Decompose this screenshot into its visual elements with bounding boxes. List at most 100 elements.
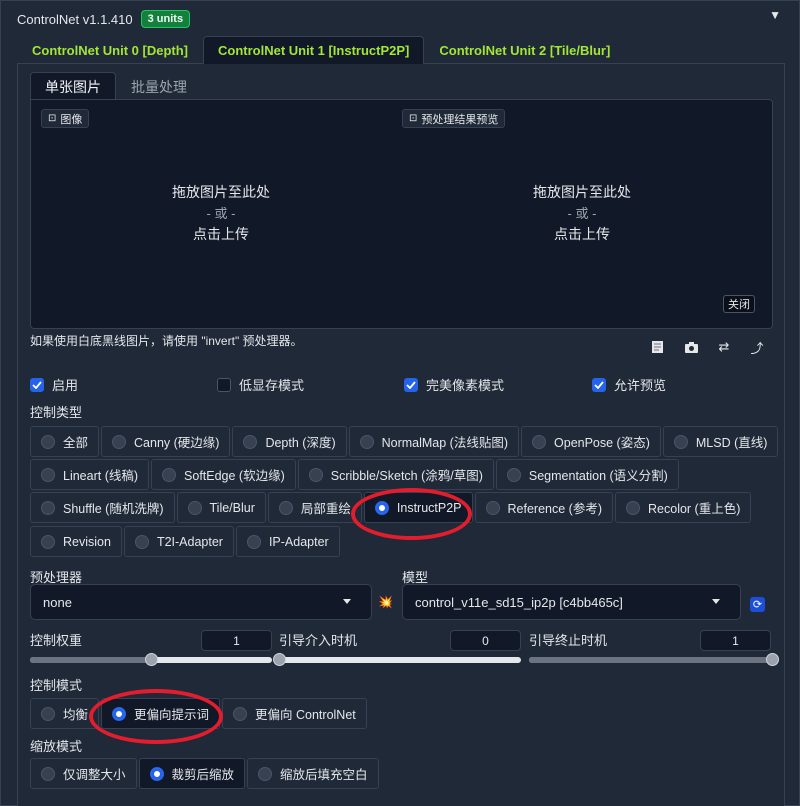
option-label: 局部重绘: [300, 502, 351, 516]
option-label: 裁剪后缩放: [171, 768, 235, 782]
drop-text: 拖放图片至此处: [172, 184, 270, 200]
control-type-option[interactable]: Canny (硬边缘): [101, 426, 231, 457]
control-mode-option[interactable]: 更偏向 ControlNet: [222, 698, 367, 729]
option-label: SoftEdge (软边缘): [184, 469, 285, 483]
control-type-option[interactable]: 全部: [30, 426, 100, 457]
control-mode-label: 控制模式: [30, 678, 83, 693]
send-icon[interactable]: ⤴: [749, 339, 765, 356]
resize-mode-option-selected[interactable]: 裁剪后缩放: [138, 758, 246, 789]
run-preprocessor-icon[interactable]: 💥: [378, 595, 393, 609]
control-type-option[interactable]: Shuffle (随机洗牌): [30, 492, 175, 523]
radio-icon: [246, 534, 261, 549]
units-badge: 3 units: [140, 10, 191, 28]
option-label: 缩放后填充空白: [280, 768, 368, 782]
control-type-option[interactable]: Recolor (重上色): [615, 492, 752, 523]
control-type-label: 控制类型: [30, 405, 83, 420]
control-type-option[interactable]: T2I-Adapter: [123, 526, 234, 557]
option-label: Recolor (重上色): [648, 502, 741, 516]
tab-batch[interactable]: 批量处理: [116, 72, 202, 100]
option-label: Canny (硬边缘): [134, 436, 220, 450]
image-tabs: 单张图片 批量处理: [30, 72, 202, 100]
click-upload-text: 点击上传: [193, 226, 249, 242]
camera-icon[interactable]: [683, 339, 699, 355]
tab-unit-0[interactable]: ControlNet Unit 0 [Depth]: [17, 36, 203, 64]
start-slider[interactable]: [273, 653, 521, 666]
collapse-icon[interactable]: ▼: [769, 8, 781, 22]
control-type-option[interactable]: OpenPose (姿态): [521, 426, 661, 457]
allow-preview-checkbox[interactable]: 允许预览: [592, 375, 666, 394]
control-type-option[interactable]: 局部重绘: [267, 492, 362, 523]
highlight-ellipse-instructp2p: [351, 488, 472, 540]
control-type-option[interactable]: Depth (深度): [232, 426, 347, 457]
option-label: 仅调整大小: [63, 768, 126, 782]
weight-slider[interactable]: [30, 653, 272, 666]
preprocessor-value: none: [43, 594, 72, 610]
radio-icon: [41, 706, 55, 721]
click-upload-text: 点击上传: [554, 226, 610, 242]
end-slider[interactable]: [529, 653, 779, 666]
option-label: Segmentation (语义分割): [528, 469, 668, 483]
image-icon: ⊡: [48, 113, 57, 124]
preview-chip: ⊡ 预处理结果预览: [402, 109, 506, 128]
highlight-ellipse-prompt-mode: [89, 689, 223, 744]
tab-single-image[interactable]: 单张图片: [30, 72, 116, 100]
control-type-option[interactable]: Lineart (线稿): [30, 459, 150, 490]
radio-icon: [485, 500, 500, 515]
controlnet-panel: ControlNet v1.1.410 3 units ▼ ControlNet…: [0, 0, 800, 806]
radio-icon: [308, 467, 323, 482]
control-type-option[interactable]: MLSD (直线): [662, 426, 779, 457]
image-dropzone[interactable]: 拖放图片至此处 - 或 - 点击上传: [131, 182, 311, 245]
refresh-icon[interactable]: ⟳: [750, 597, 765, 612]
slider-thumb[interactable]: [273, 653, 286, 666]
control-type-option[interactable]: Tile/Blur: [176, 492, 266, 523]
control-type-option[interactable]: Scribble/Sketch (涂鸦/草图): [297, 459, 494, 490]
close-button[interactable]: 关闭: [723, 295, 755, 313]
option-label: Revision: [63, 534, 111, 549]
control-type-option[interactable]: NormalMap (法线贴图): [348, 426, 520, 457]
enable-label: 启用: [52, 378, 79, 393]
radio-icon: [41, 467, 55, 482]
slider-fill: [529, 657, 772, 663]
pixel-perfect-checkbox[interactable]: 完美像素模式: [404, 375, 504, 394]
image-icon: ⊡: [409, 113, 418, 124]
edit-icon[interactable]: [650, 339, 666, 355]
weight-input[interactable]: 1: [201, 630, 272, 651]
low-vram-checkbox[interactable]: 低显存模式: [217, 375, 304, 394]
model-select[interactable]: control_v11e_sd15_ip2p [c4bb465c]: [402, 584, 741, 620]
start-input[interactable]: 0: [450, 630, 521, 651]
radio-icon: [506, 467, 521, 482]
option-label: Lineart (线稿): [63, 469, 139, 483]
resize-mode-label: 缩放模式: [30, 739, 83, 754]
option-label: OpenPose (姿态): [554, 436, 650, 450]
radio-icon: [41, 534, 55, 549]
radio-icon: [673, 434, 688, 449]
panel-header[interactable]: ControlNet v1.1.410 3 units: [17, 10, 191, 28]
resize-mode-option[interactable]: 缩放后填充空白: [247, 758, 379, 789]
preview-dropzone[interactable]: 拖放图片至此处 - 或 - 点击上传: [492, 182, 672, 245]
slider-thumb[interactable]: [766, 653, 779, 666]
control-type-option[interactable]: IP-Adapter: [235, 526, 340, 557]
option-label: Reference (参考): [507, 502, 603, 516]
unchecked-box-icon: [217, 377, 231, 392]
preprocessor-select[interactable]: none: [30, 584, 372, 620]
option-label: Shuffle (随机洗牌): [63, 502, 164, 516]
resize-mode-option[interactable]: 仅调整大小: [30, 758, 137, 789]
image-upload-area: ⊡ 图像 ⊡ 预处理结果预览 拖放图片至此处 - 或 - 点击上传 拖放图片至此…: [30, 99, 773, 329]
drop-or: - 或 -: [206, 206, 236, 221]
swap-icon[interactable]: ⇄: [716, 339, 732, 355]
control-type-option[interactable]: Segmentation (语义分割): [495, 459, 679, 490]
enable-checkbox[interactable]: 启用: [30, 375, 78, 394]
tab-unit-2[interactable]: ControlNet Unit 2 [Tile/Blur]: [424, 36, 625, 64]
radio-icon: [134, 534, 149, 549]
slider-thumb[interactable]: [145, 653, 158, 666]
control-type-option[interactable]: Revision: [30, 526, 122, 557]
radio-icon: [243, 434, 258, 449]
tab-unit-1[interactable]: ControlNet Unit 1 [InstructP2P]: [202, 36, 425, 64]
end-input[interactable]: 1: [700, 630, 771, 651]
invert-hint: 如果使用白底黑线图片，请使用 "invert" 预处理器。: [30, 334, 303, 348]
control-type-option[interactable]: SoftEdge (软边缘): [151, 459, 296, 490]
unit-tabs: ControlNet Unit 0 [Depth] ControlNet Uni…: [17, 36, 625, 64]
slider-fill: [30, 657, 151, 663]
control-type-option[interactable]: Reference (参考): [474, 492, 614, 523]
option-label: IP-Adapter: [268, 534, 329, 549]
